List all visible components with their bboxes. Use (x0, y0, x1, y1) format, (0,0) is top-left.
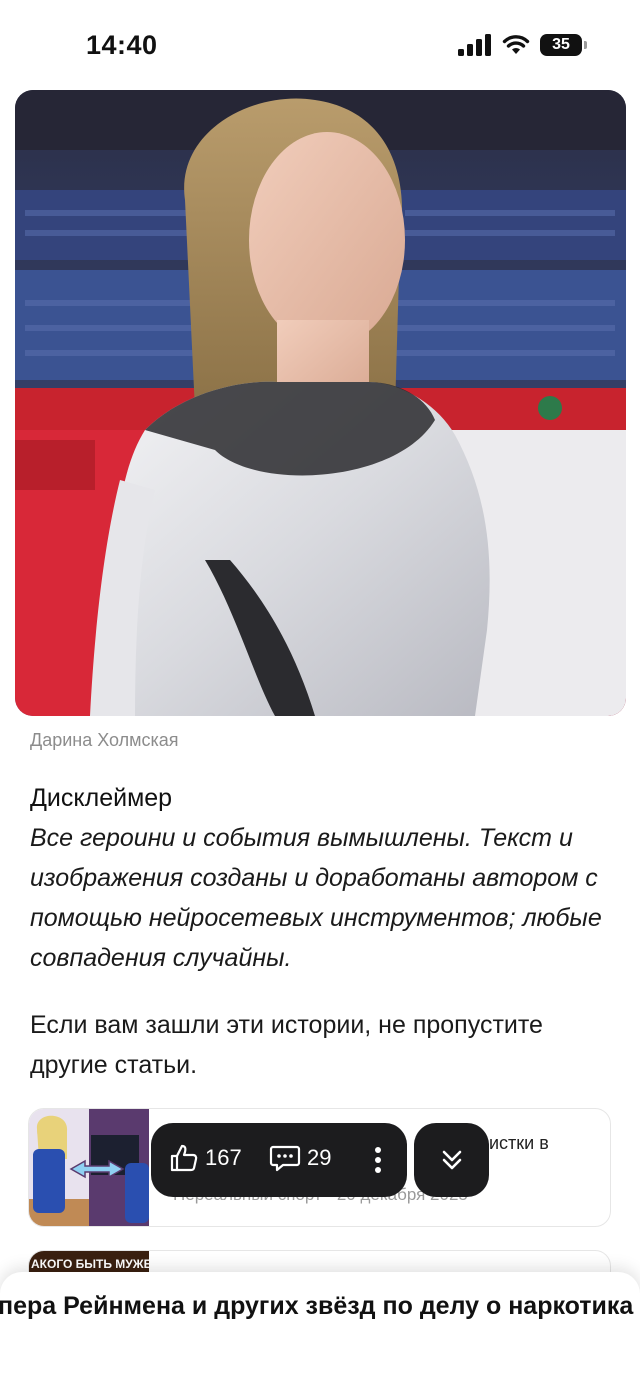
promo-text: Если вам зашли эти истории, не пропустит… (30, 1011, 543, 1079)
status-time: 14:40 (86, 30, 158, 60)
status-bar: 14:40 35 (0, 0, 640, 92)
like-count: 167 (205, 1145, 242, 1170)
related-article-thumbnail (29, 1109, 149, 1226)
related-article-title: истки в (489, 1133, 549, 1153)
status-icons: 35 (458, 34, 587, 56)
scroll-down-button[interactable] (414, 1123, 489, 1197)
comments-button[interactable]: 29 (269, 1143, 331, 1173)
article-hero-image[interactable] (15, 90, 626, 716)
battery-icon: 35 (540, 34, 587, 56)
disclaimer-title: Дисклеймер (30, 784, 173, 812)
next-article-title[interactable]: пера Рейнмена и других звёзд по делу о н… (0, 1292, 640, 1321)
wifi-icon (502, 35, 530, 54)
disclaimer-text: Все героини и события вымышлены. Текст и… (30, 824, 602, 972)
reaction-bar: 167 29 (151, 1123, 407, 1197)
thumbs-up-icon (170, 1144, 198, 1172)
image-caption: Дарина Холмская (30, 730, 179, 750)
more-options-button[interactable] (367, 1143, 389, 1177)
double-chevron-down-icon (442, 1150, 461, 1170)
signal-icon (458, 34, 491, 56)
thumbnail-text: АКОГО БЫТЬ МУЖЕ (31, 1257, 152, 1271)
comment-icon (269, 1145, 301, 1172)
more-vertical-icon (375, 1147, 381, 1173)
comment-count: 29 (307, 1145, 332, 1170)
like-button[interactable]: 167 (169, 1143, 242, 1173)
next-article-sheet[interactable]: пера Рейнмена и других звёзд по делу о н… (0, 1272, 640, 1391)
